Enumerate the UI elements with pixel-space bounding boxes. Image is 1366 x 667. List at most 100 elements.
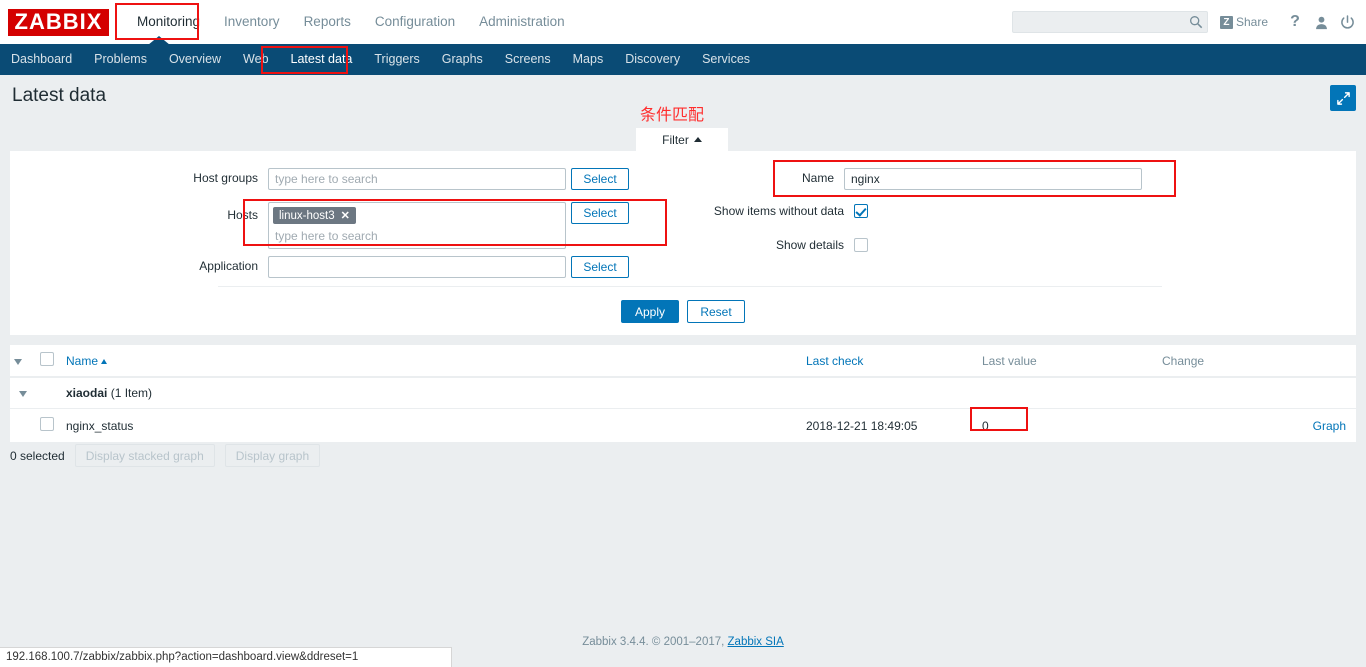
filter-panel: Host groups Select Hosts linux-host3 ✕ S…	[10, 151, 1356, 335]
share-label: Share	[1235, 15, 1268, 29]
top-nav: Monitoring Inventory Reports Configurati…	[125, 0, 577, 44]
hosts-select-button[interactable]: Select	[571, 202, 629, 224]
column-header-last-value: Last value	[978, 345, 1158, 378]
sort-asc-icon	[101, 358, 108, 364]
chevron-up-icon	[693, 137, 702, 142]
show-without-data-checkbox[interactable]	[854, 204, 868, 218]
expand-all-toggle[interactable]	[10, 345, 36, 378]
footer-vendor-link[interactable]: Zabbix SIA	[728, 636, 784, 648]
row-checkbox-cell	[36, 408, 62, 443]
subnav-item-web[interactable]: Web	[232, 44, 279, 75]
subnav-item-triggers[interactable]: Triggers	[363, 44, 430, 75]
header-right-tools: Z Share ?	[1011, 0, 1360, 44]
table-row: nginx_status 2018-12-21 18:49:05 0 Graph	[10, 408, 1356, 443]
table-group-row: xiaodai (1 Item)	[10, 377, 1356, 409]
column-header-actions	[1298, 345, 1356, 378]
filter-tab[interactable]: Filter	[636, 128, 728, 151]
subnav-item-maps[interactable]: Maps	[562, 44, 615, 75]
application-select-button[interactable]: Select	[571, 256, 629, 278]
filter-divider	[218, 286, 1162, 287]
top-nav-item-administration[interactable]: Administration	[467, 0, 577, 44]
chevron-down-icon	[14, 358, 22, 365]
subnav-item-discovery[interactable]: Discovery	[614, 44, 691, 75]
reset-button[interactable]: Reset	[687, 300, 745, 323]
column-header-name-label: Name	[66, 353, 99, 368]
subnav-item-graphs[interactable]: Graphs	[431, 44, 494, 75]
host-chip-linux-host3[interactable]: linux-host3 ✕	[273, 207, 356, 224]
close-icon[interactable]: ✕	[341, 209, 350, 222]
application-label: Application	[199, 259, 258, 273]
sub-nav: Dashboard Problems Overview Web Latest d…	[0, 44, 1366, 75]
row-last-check: 2018-12-21 18:49:05	[802, 408, 978, 443]
group-item-count: (1 Item)	[110, 386, 153, 400]
zabbix-logo[interactable]: ZABBIX	[8, 8, 109, 36]
search-input[interactable]	[1012, 12, 1207, 32]
group-checkbox-cell	[36, 377, 62, 409]
column-header-last-check[interactable]: Last check	[802, 345, 978, 378]
hosts-input[interactable]	[273, 227, 561, 246]
subnav-item-services[interactable]: Services	[691, 44, 761, 75]
filter-row-name: Name	[790, 168, 1142, 190]
table-header-row: Name Last check Last value Change	[10, 345, 1356, 378]
search-icon	[1189, 15, 1203, 32]
power-icon[interactable]	[1334, 9, 1360, 35]
browser-status-bar: 192.168.100.7/zabbix/zabbix.php?action=d…	[0, 647, 452, 667]
subnav-item-dashboard[interactable]: Dashboard	[0, 44, 83, 75]
user-icon[interactable]	[1308, 9, 1334, 35]
filter-row-application: Application Select	[10, 256, 629, 278]
show-details-checkbox[interactable]	[854, 238, 868, 252]
column-header-name[interactable]: Name	[62, 345, 802, 378]
latest-data-table: Name Last check Last value Change xiaoda…	[10, 345, 1356, 443]
row-item-name: nginx_status	[62, 408, 802, 443]
row-change	[1158, 408, 1298, 443]
filter-row-hosts: Hosts linux-host3 ✕ Select	[10, 202, 629, 249]
global-search[interactable]	[1011, 11, 1208, 33]
zabbix-share-icon: Z	[1219, 15, 1233, 29]
name-label: Name	[801, 171, 834, 185]
apply-button[interactable]: Apply	[621, 300, 679, 323]
display-stacked-graph-button[interactable]: Display stacked graph	[74, 444, 215, 467]
show-without-data-label: Show items without data	[713, 204, 844, 218]
name-input[interactable]	[844, 168, 1142, 190]
host-groups-input[interactable]	[268, 168, 566, 190]
row-last-value: 0	[978, 408, 1158, 443]
table-footer-actions: 0 selected Display stacked graph Display…	[10, 444, 1356, 467]
filter-row-show-without-data: Show items without data	[700, 204, 868, 218]
host-chip-label: linux-host3	[279, 209, 335, 222]
select-all-checkbox[interactable]	[40, 352, 54, 366]
zabbix-page: ZABBIX Monitoring Inventory Reports Conf…	[0, 0, 1366, 667]
filter-row-host-groups: Host groups Select	[10, 168, 629, 190]
top-header: ZABBIX Monitoring Inventory Reports Conf…	[0, 0, 1366, 45]
top-nav-item-inventory[interactable]: Inventory	[212, 0, 292, 44]
select-all-cell	[36, 345, 62, 378]
help-icon[interactable]: ?	[1282, 9, 1308, 35]
subnav-item-problems[interactable]: Problems	[83, 44, 158, 75]
show-details-label: Show details	[775, 238, 844, 252]
page-title: Latest data	[12, 85, 107, 106]
host-groups-select-button[interactable]: Select	[571, 168, 629, 190]
graph-link[interactable]: Graph	[1313, 419, 1346, 433]
filter-tab-label: Filter	[662, 132, 689, 147]
subnav-item-screens[interactable]: Screens	[494, 44, 562, 75]
share-button[interactable]: Z Share	[1219, 15, 1268, 29]
column-header-change: Change	[1158, 345, 1298, 378]
chevron-down-icon	[19, 391, 27, 397]
subnav-item-latest-data[interactable]: Latest data	[280, 44, 364, 75]
expand-icon[interactable]	[1330, 85, 1356, 111]
subnav-item-overview[interactable]: Overview	[158, 44, 232, 75]
footer-version: Zabbix 3.4.4. © 2001–2017,	[582, 636, 728, 648]
selected-count: 0 selected	[10, 448, 65, 463]
group-expand-toggle[interactable]	[10, 377, 36, 409]
top-nav-item-reports[interactable]: Reports	[292, 0, 363, 44]
annotation-chinese-note: 条件匹配	[640, 105, 705, 124]
top-nav-item-configuration[interactable]: Configuration	[363, 0, 467, 44]
row-graph-cell: Graph	[1298, 408, 1356, 443]
group-name: xiaodai	[66, 386, 108, 400]
application-input[interactable]	[268, 256, 566, 278]
display-graph-button[interactable]: Display graph	[224, 444, 321, 467]
hosts-multiselect[interactable]: linux-host3 ✕	[268, 202, 566, 249]
row-checkbox[interactable]	[40, 417, 54, 431]
filter-row-show-details: Show details	[700, 238, 868, 252]
host-groups-label: Host groups	[193, 171, 258, 185]
row-spacer	[10, 408, 36, 443]
